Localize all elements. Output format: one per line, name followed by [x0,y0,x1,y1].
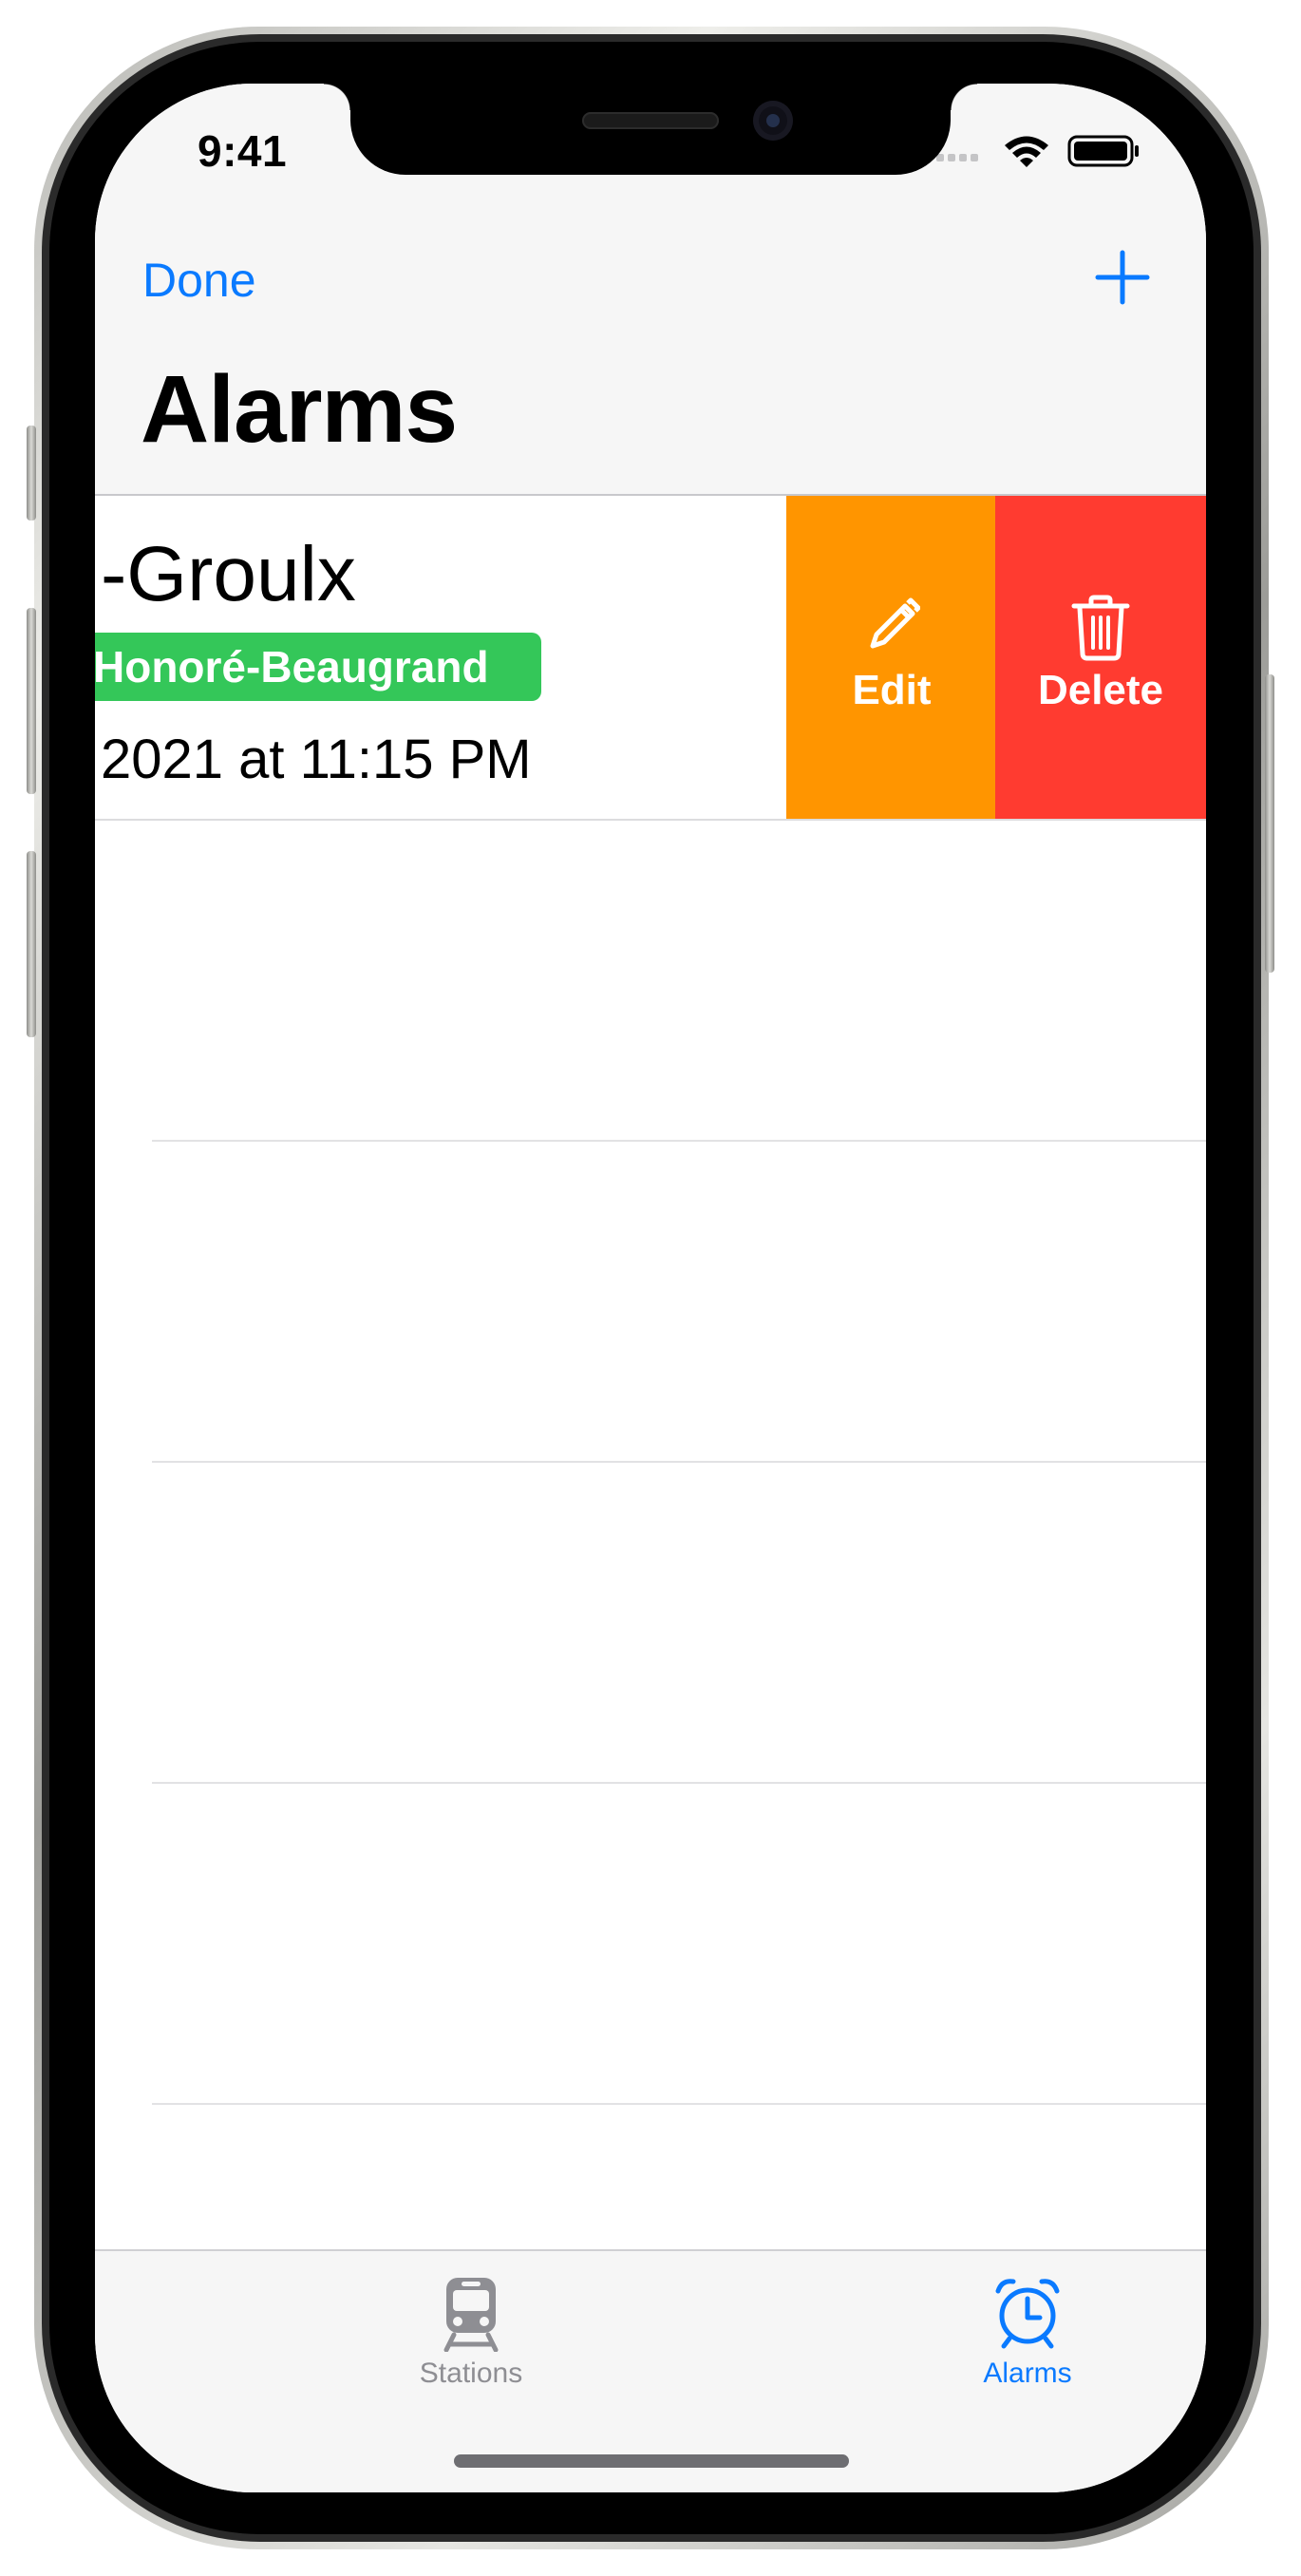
alarm-station-name: -Groulx [101,531,356,617]
front-camera [753,101,793,141]
tab-alarms-label: Alarms [983,2358,1072,2389]
pencil-icon [786,595,997,661]
alarm-clock-icon [923,2276,1132,2356]
edit-button[interactable]: Edit [786,496,997,819]
train-icon [367,2276,575,2356]
plus-icon [1095,250,1150,305]
line-badge-label: Honoré-Beaugrand [95,642,489,691]
tab-alarms[interactable]: Alarms [923,2276,1132,2390]
status-icons [936,133,1155,171]
notch [324,84,977,175]
delete-label: Delete [1037,667,1164,713]
edit-label: Edit [852,667,932,713]
signal-icon [936,154,978,161]
home-indicator[interactable] [454,2454,849,2468]
page-title: Alarms [141,356,458,463]
wifi-icon [1005,136,1048,167]
power-button [1265,674,1274,973]
volume-down-button [27,851,36,1037]
delete-button[interactable]: Delete [995,496,1206,819]
volume-up-button [27,608,36,794]
empty-row-separator [152,1140,1206,1142]
trash-icon [995,595,1206,661]
empty-row-separator [152,2103,1206,2105]
phone-screen: 9:41 Done Alarms -Groulx Honoré-Beaugran… [95,84,1206,2492]
alarm-row-content[interactable]: -Groulx Honoré-Beaugrand 2021 at 11:15 P… [95,496,786,819]
tab-stations-label: Stations [419,2358,523,2389]
done-button[interactable]: Done [142,253,256,308]
status-time: 9:41 [198,126,288,176]
line-badge: Honoré-Beaugrand [95,633,541,701]
empty-row-separator [152,1461,1206,1463]
alarm-date: 2021 at 11:15 PM [101,729,532,790]
add-alarm-button[interactable] [1094,249,1151,306]
battery-icon [1067,135,1139,167]
earpiece-speaker [582,112,719,129]
tab-stations[interactable]: Stations [367,2276,575,2390]
empty-row-separator [152,1782,1206,1784]
mute-switch [27,426,36,521]
row-separator [95,819,1206,821]
alarm-row[interactable]: -Groulx Honoré-Beaugrand 2021 at 11:15 P… [95,496,1206,819]
